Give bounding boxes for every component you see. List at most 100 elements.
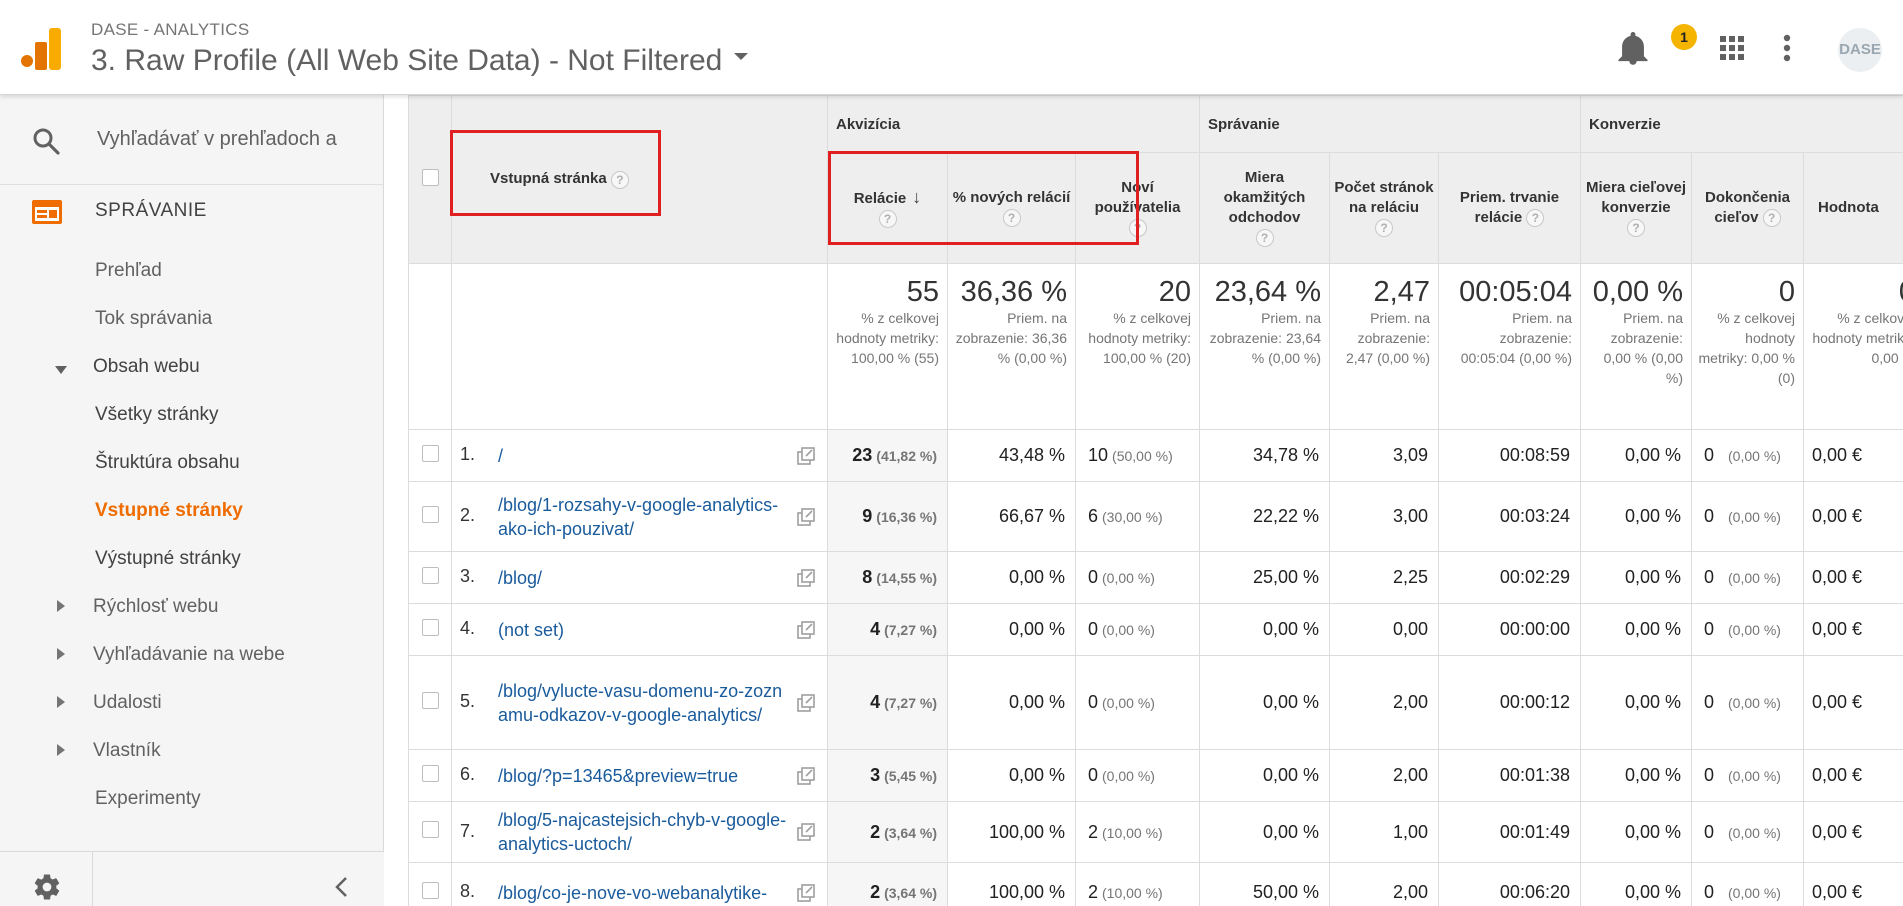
landing-page-link[interactable]: /blog/ [498,566,788,590]
expand-down-icon[interactable] [55,366,67,374]
report-table-area: Vstupná stránka ? Akvizícia Správanie Ko… [384,95,1903,906]
help-icon[interactable]: ? [610,170,629,189]
expand-right-icon[interactable] [57,600,65,612]
sidebar: Vyhľadávať v prehľadoch a SPRÁVANIE Preh… [0,95,384,906]
collapse-sidebar-chevron-icon[interactable] [334,876,348,898]
landing-page-link[interactable]: /blog/1-rozsahy-v-google-analytics-ako-i… [498,493,788,541]
nav-item-behavior-flow[interactable]: Tok správania [95,308,212,330]
nav-item-site-search[interactable]: Vyhľadávanie na webe [93,644,285,666]
open-external-icon[interactable] [797,823,815,841]
nav-item-content-drilldown[interactable]: Štruktúra obsahu [95,452,240,474]
open-external-icon[interactable] [797,766,815,785]
row-number: 6. [460,764,476,785]
row-checkbox-cell [408,801,452,863]
landing-page-link[interactable]: / [498,444,788,468]
col-label: Miera okamžitých odchodov [1223,169,1306,226]
table-row[interactable]: 6./blog/?p=13465&preview=true 3 (5,45 %) 0,… [408,749,1903,802]
landing-page-link[interactable]: (not set) [498,618,788,642]
landing-page-link[interactable]: /blog/?p=13465&preview=true [498,764,788,788]
table-row[interactable]: 2. /blog/1-rozsahy-v-google-analytics-ako… [408,481,1903,552]
col-header-sessions[interactable]: Relácie ↓? [827,152,948,264]
analytics-logo-icon[interactable] [21,28,61,70]
table-row[interactable]: 7. /blog/5-najcastejsich-chyb-v-google-an… [408,801,1903,863]
col-header-goal-value[interactable]: Hodnota [1802,152,1903,264]
help-icon[interactable]: ? [1255,229,1274,248]
expand-right-icon[interactable] [57,744,65,756]
cell-percent: (0,00 %) [1728,695,1781,711]
nav-item-site-content[interactable]: Obsah webu [93,356,200,378]
cell-value: 8 [862,567,873,587]
apps-grid-icon[interactable] [1720,36,1744,60]
row-checkbox[interactable] [421,444,439,462]
landing-page-link[interactable]: /blog/5-najcastejsich-chyb-v-google-anal… [498,808,788,856]
help-icon[interactable]: ? [878,210,897,229]
sort-descending-icon[interactable]: ↓ [912,187,921,207]
col-header-new-sessions[interactable]: % nových relácií ? [947,152,1076,264]
row-checkbox[interactable] [421,505,439,523]
col-header-avg-duration[interactable]: Priem. trvanie relácie ? [1438,152,1581,264]
cell-percent: (0,00 %) [1728,570,1781,586]
help-icon[interactable]: ? [1762,209,1781,228]
table-row[interactable]: 5. /blog/vylucte-vasu-domenu-zo-zoznamu-o… [408,655,1903,750]
property-selector[interactable]: 3. Raw Profile (All Web Site Data) - Not… [91,44,749,78]
admin-gear-icon[interactable] [32,872,62,902]
notifications-bell-icon[interactable] [1618,32,1648,66]
landing-page-cell: 3. /blog/ [451,551,828,604]
completions-cell: 0 (0,00 %) [1691,551,1804,604]
cell-percent: (0,00 %) [1728,448,1781,464]
nav-item-overview[interactable]: Prehľad [95,260,162,282]
new-sessions-cell: 66,67 % [947,481,1076,552]
nav-item-all-pages[interactable]: Všetky stránky [95,404,219,426]
row-checkbox-cell [408,862,452,906]
table-row[interactable]: 4. (not set) 4 (7,27 %) 0,00 % 0 (0,00 %) 0,00 … [408,603,1903,656]
dimension-header[interactable]: Vstupná stránka ? [451,95,828,264]
expand-right-icon[interactable] [57,696,65,708]
help-icon[interactable]: ? [1526,209,1545,228]
landing-page-link[interactable]: /blog/vylucte-vasu-domenu-zo-zoznamu-odk… [498,679,788,727]
landing-page-cell: 7. /blog/5-najcastejsich-chyb-v-google-an… [451,801,828,863]
search-input[interactable]: Vyhľadávať v prehľadoch a [97,128,337,151]
report-table: Vstupná stránka ? Akvizícia Správanie Ko… [408,95,1903,906]
help-icon[interactable]: ? [1375,219,1393,238]
open-external-icon[interactable] [797,620,815,639]
table-row[interactable]: 8./blog/co-je-nove-vo-webanalytike- 2 (3,6… [408,862,1903,906]
col-header-conversion-rate[interactable]: Miera cieľovej konverzie? [1580,152,1692,264]
row-number: 2. [460,505,476,526]
row-checkbox[interactable] [421,881,439,899]
help-icon[interactable]: ? [1128,219,1147,238]
row-checkbox[interactable] [421,821,439,838]
open-external-icon[interactable] [797,693,815,712]
nav-item-publisher[interactable]: Vlastník [93,740,161,762]
open-external-icon[interactable] [797,507,815,526]
nav-item-experiments[interactable]: Experimenty [95,788,201,810]
col-header-goal-completions[interactable]: Dokončenia cieľov ? [1691,152,1804,264]
cell-value: 10 [1088,445,1109,465]
section-label-behavior[interactable]: SPRÁVANIE [95,200,207,222]
row-checkbox[interactable] [421,691,439,709]
row-checkbox[interactable] [421,764,439,782]
nav-item-landing-pages[interactable]: Vstupné stránky [95,500,243,522]
col-header-new-users[interactable]: Noví používatelia? [1075,152,1200,264]
open-external-icon[interactable] [797,568,815,587]
open-external-icon[interactable] [797,446,815,465]
row-checkbox[interactable] [421,566,439,584]
more-vert-icon[interactable] [1783,34,1791,62]
total-subtext: % z celkovej hodnoty metriky: 100,00 % (… [1088,310,1191,366]
open-external-icon[interactable] [797,883,815,902]
report-search[interactable]: Vyhľadávať v prehľadoch a [0,95,384,185]
row-checkbox[interactable] [421,618,439,636]
expand-right-icon[interactable] [57,648,65,660]
nav-item-exit-pages[interactable]: Výstupné stránky [95,548,241,570]
account-avatar[interactable]: DASE [1838,28,1882,72]
help-icon[interactable]: ? [1002,209,1021,228]
nav-item-events[interactable]: Udalosti [93,692,162,714]
nav-item-site-speed[interactable]: Rýchlosť webu [93,596,218,618]
col-header-pages-per-session[interactable]: Počet stránok na reláciu? [1329,152,1439,264]
select-all-checkbox[interactable] [421,169,439,186]
table-row[interactable]: 1./23 (41,82 %) 43,48 % 10 (50,00 %) 34,78 % 3… [408,429,1903,482]
account-name[interactable]: DASE - ANALYTICS [91,20,249,40]
table-row[interactable]: 3./blog/8 (14,55 %) 0,00 % 0 (0,00 %) 25,00 %… [408,551,1903,604]
landing-page-link[interactable]: /blog/co-je-nove-vo-webanalytike- [498,881,788,905]
col-header-bounce-rate[interactable]: Miera okamžitých odchodov? [1199,152,1330,264]
help-icon[interactable]: ? [1627,219,1645,238]
